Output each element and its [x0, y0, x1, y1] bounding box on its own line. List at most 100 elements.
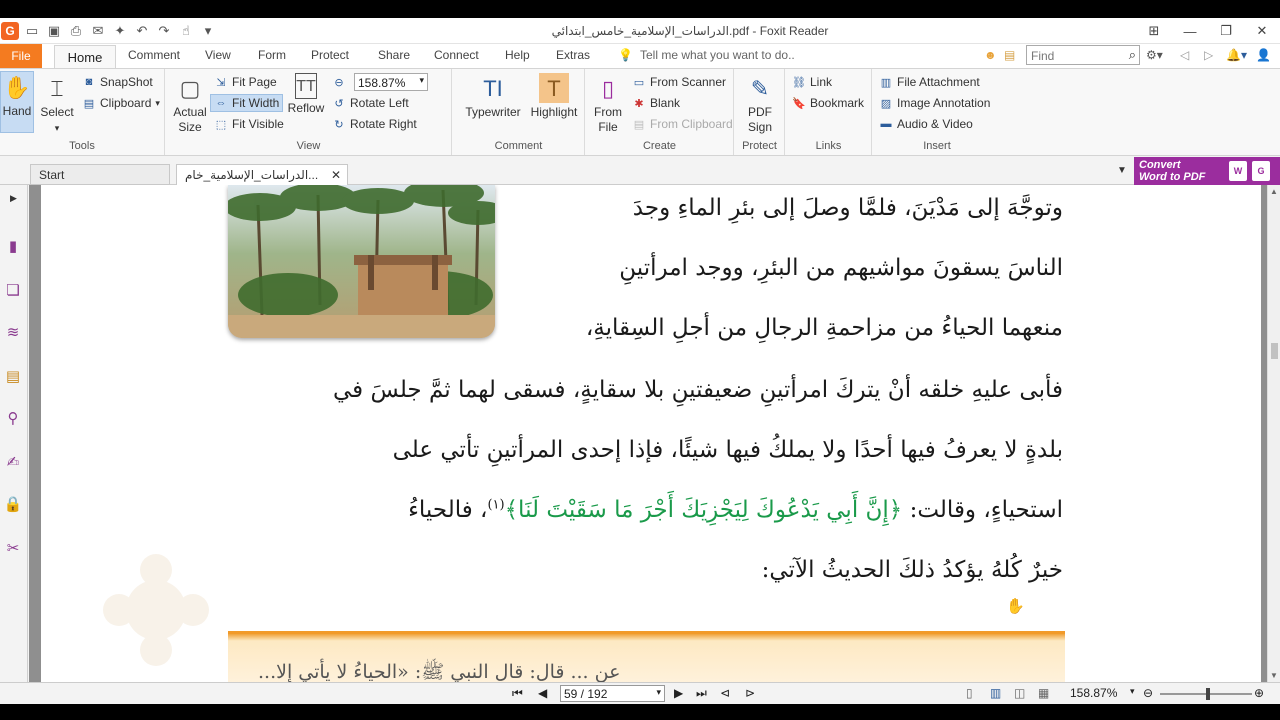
find-input[interactable]: Find ⌕ [1026, 45, 1140, 65]
tab-share[interactable]: Share [378, 48, 410, 62]
highlight-button[interactable]: T Highlight [527, 73, 581, 120]
document-viewport[interactable]: وتوجَّهَ إلى مَدْيَنَ، فلمَّا وصلَ إلى ب… [29, 185, 1267, 682]
from-scanner-button[interactable]: ▭ From Scanner [632, 73, 726, 91]
prev-result-icon[interactable]: ◁ [1180, 48, 1189, 62]
tab-extras[interactable]: Extras [556, 48, 590, 62]
last-page-icon[interactable]: ⏭ [696, 686, 707, 701]
foxit-logo-icon[interactable]: G [1, 22, 19, 40]
print-icon[interactable]: ⎙ [67, 22, 85, 40]
image-annotation-button[interactable]: ▨ Image Annotation [879, 94, 991, 112]
first-page-icon[interactable]: ⏮ [512, 686, 523, 701]
tab-start[interactable]: Start [30, 164, 170, 185]
scroll-thumb[interactable] [1271, 343, 1278, 359]
smiley-icon[interactable]: ☻ [984, 48, 997, 62]
user-icon[interactable]: 👤 [1256, 48, 1271, 62]
signature-panel-icon[interactable]: ✍ [2, 451, 24, 473]
customize-icon[interactable]: ▾ [199, 22, 217, 40]
select-button[interactable]: ⌶ Select ▾ [38, 73, 76, 136]
previous-view-icon[interactable]: ⊲ [720, 686, 730, 700]
comments-panel-icon[interactable]: ▤ [2, 365, 24, 387]
tab-home[interactable]: Home [54, 45, 116, 68]
close-tab-icon[interactable]: ✕ [331, 168, 341, 182]
next-result-icon[interactable]: ▷ [1204, 48, 1213, 62]
snapshot-button[interactable]: ◙ SnapShot [82, 73, 153, 91]
close-button[interactable]: ✕ [1244, 20, 1280, 42]
zoom-out-icon[interactable]: ⊖ [1143, 686, 1153, 700]
zoom-in-icon[interactable]: ⊕ [1254, 686, 1264, 700]
tab-connect[interactable]: Connect [434, 48, 479, 62]
minimize-button[interactable]: — [1172, 20, 1208, 42]
zoom-slider-thumb[interactable] [1206, 688, 1210, 700]
new-icon[interactable]: ✦ [111, 22, 129, 40]
links-group-label: Links [815, 140, 842, 152]
text-line-1: وتوجَّهَ إلى مَدْيَنَ، فلمَّا وصلَ إلى ب… [632, 195, 1063, 221]
actual-size-button[interactable]: ▢ Actual Size [170, 73, 210, 135]
continuous-icon[interactable]: ▥ [990, 686, 1001, 700]
text-line-3: منعهما الحياءُ من مزاحمةِ الرجالِ من أجل… [585, 315, 1063, 341]
tab-help[interactable]: Help [505, 48, 530, 62]
single-page-icon[interactable]: ▯ [966, 686, 973, 700]
hand-button[interactable]: ✋ Hand [0, 71, 34, 133]
restore-button[interactable]: ❐ [1208, 20, 1244, 42]
next-view-icon[interactable]: ⊳ [745, 686, 755, 700]
clipboard-button[interactable]: ▤ Clipboard ▾ [82, 94, 160, 112]
bookmarks-panel-icon[interactable]: ▮ [2, 235, 24, 257]
folder-search-icon[interactable]: ▤ [1004, 48, 1015, 62]
facing-icon[interactable]: ◫ [1014, 686, 1025, 700]
notification-icon[interactable]: 🔔▾ [1226, 48, 1247, 62]
attachments-panel-icon[interactable]: ⚲ [2, 407, 24, 429]
vertical-scrollbar[interactable]: ▲ ▼ [1267, 185, 1280, 682]
tab-file[interactable]: File [0, 44, 42, 68]
tab-form[interactable]: Form [258, 48, 286, 62]
fit-width-button[interactable]: ⇔ Fit Width [210, 94, 284, 112]
from-clipboard-button[interactable]: ▤ From Clipboard [632, 115, 733, 133]
bookmark-button[interactable]: 🔖 Bookmark [792, 94, 864, 112]
zoom-percent[interactable]: 158.87% [1070, 686, 1117, 700]
prev-page-icon[interactable]: ◀ [538, 686, 547, 700]
blank-button[interactable]: ✱ Blank [632, 94, 680, 112]
reflow-button[interactable]: TT Reflow [286, 73, 326, 116]
search-icon[interactable]: ⌕ [1129, 47, 1136, 63]
tab-protect[interactable]: Protect [311, 48, 349, 62]
audio-video-button[interactable]: ▬ Audio & Video [879, 115, 973, 133]
scroll-down-icon[interactable]: ▼ [1270, 671, 1278, 680]
next-page-icon[interactable]: ▶ [674, 686, 683, 700]
typewriter-button[interactable]: TI Typewriter [463, 73, 523, 120]
scroll-up-icon[interactable]: ▲ [1270, 187, 1278, 196]
well-palm-trees-image [228, 185, 495, 338]
tools-panel-icon[interactable]: ✂ [2, 537, 24, 559]
hand-tool-icon[interactable]: ☝ [177, 22, 195, 40]
pdf-sign-button[interactable]: ✎ PDF Sign [741, 73, 779, 135]
fit-page-button[interactable]: ⇲ Fit Page [214, 73, 276, 91]
tab-list-dropdown-icon[interactable]: ▼ [1117, 165, 1127, 176]
file-attachment-button[interactable]: ▥ File Attachment [879, 73, 980, 91]
zoom-out-button[interactable]: ⊖ [332, 73, 346, 91]
tab-view[interactable]: View [205, 48, 231, 62]
security-lock-icon[interactable]: 🔒 [2, 493, 24, 515]
layout-icon[interactable]: ⊞ [1136, 20, 1172, 42]
from-file-button[interactable]: ▯ From File [590, 73, 626, 135]
zoom-input[interactable]: 158.87% ▾ [354, 73, 428, 91]
page-number-input[interactable]: 59 / 192 ▾ [560, 685, 665, 702]
email-icon[interactable]: ✉ [89, 22, 107, 40]
typewriter-label: Typewriter [465, 105, 521, 119]
convert-word-to-pdf-banner[interactable]: Convert Word to PDF W G [1134, 157, 1280, 185]
pages-panel-icon[interactable]: ❏ [2, 279, 24, 301]
tell-me-box[interactable]: Tell me what you want to do.. [640, 48, 795, 62]
link-button[interactable]: ⛓ Link [792, 73, 832, 91]
zoom-dropdown-icon[interactable]: ▾ [1130, 686, 1135, 697]
settings-icon[interactable]: ⚙▾ [1146, 48, 1163, 62]
layers-panel-icon[interactable]: ≋ [2, 321, 24, 343]
continuous-facing-icon[interactable]: ▦ [1038, 686, 1049, 700]
rotate-right-button[interactable]: ↻ Rotate Right [332, 115, 416, 133]
fit-visible-button[interactable]: ⬚ Fit Visible [214, 115, 284, 133]
redo-icon[interactable]: ↷ [155, 22, 173, 40]
open-icon[interactable]: ▭ [23, 22, 41, 40]
expand-panel-icon[interactable]: ▶ [10, 193, 17, 204]
undo-icon[interactable]: ↶ [133, 22, 151, 40]
tab-comment[interactable]: Comment [128, 48, 180, 62]
snapshot-label: SnapShot [100, 75, 153, 89]
save-icon[interactable]: ▣ [45, 22, 63, 40]
rotate-left-button[interactable]: ↺ Rotate Left [332, 94, 408, 112]
tab-current-document[interactable]: الدراسات_الإسلامية_خام... ✕ [176, 164, 348, 185]
